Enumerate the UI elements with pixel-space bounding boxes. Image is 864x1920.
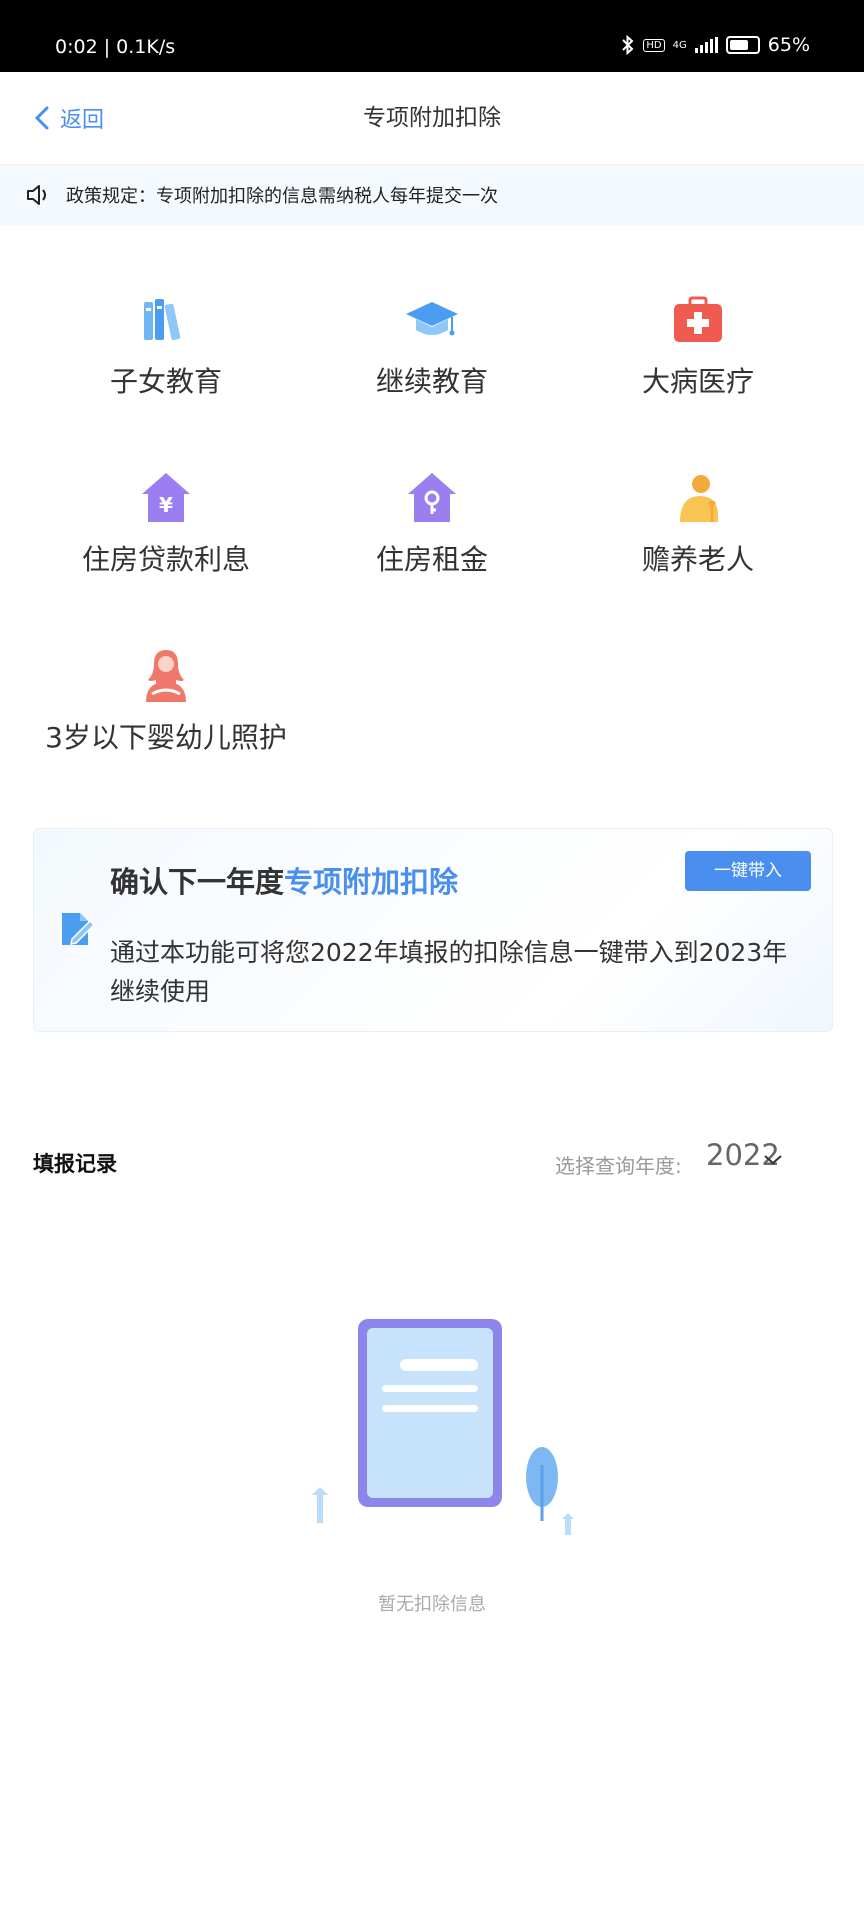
battery-icon (725, 36, 760, 54)
bluetooth-icon (622, 35, 634, 55)
category-label: 3岁以下婴幼儿照护 (45, 721, 287, 754)
card-description: 通过本功能可将您2022年填报的扣除信息一键带入到2023年继续使用 (110, 938, 788, 1006)
category-label: 赡养老人 (641, 543, 754, 576)
status-time: 0:02 | 0.1K/s (55, 36, 176, 58)
category-label: 住房租金 (375, 543, 488, 576)
category-infant-care[interactable]: 3岁以下婴幼儿照护 (31, 646, 301, 756)
year-select-label: 选择查询年度: (555, 1154, 682, 1178)
mother-baby-icon (146, 650, 186, 702)
elderly-person-icon (680, 475, 718, 522)
nav-bar: 专项附加扣除 返回 (0, 72, 864, 165)
medical-kit-icon (674, 296, 722, 342)
category-elderly-support[interactable]: 赡养老人 (563, 468, 833, 578)
network-type: 4G (672, 39, 687, 51)
back-button[interactable]: 返回 (28, 72, 104, 164)
empty-state-text: 暂无扣除信息 (378, 1594, 486, 1615)
one-click-import-button[interactable]: 一键带入 (685, 851, 811, 891)
page-title: 专项附加扣除 (363, 105, 501, 131)
back-label: 返回 (60, 108, 105, 133)
confirm-next-year-card: 确认下一年度专项附加扣除 通过本功能可将您2022年填报的扣除信息一键带入到20… (33, 828, 833, 1032)
chevron-left-icon (34, 106, 49, 130)
books-icon (144, 299, 181, 341)
records-title: 填报记录 (33, 1152, 117, 1176)
house-key-icon (408, 473, 456, 522)
battery-percent: 65% (767, 34, 810, 56)
card-title-plain: 确认下一年度 (110, 865, 285, 899)
category-label: 住房贷款利息 (81, 543, 250, 576)
graduation-cap-icon (406, 302, 458, 336)
status-bar: 0:02 | 0.1K/s HD 4G 65% (0, 0, 864, 72)
category-label: 子女教育 (109, 365, 222, 398)
category-housing-rent[interactable]: 住房租金 (297, 468, 567, 578)
empty-state-illustration (312, 1319, 574, 1535)
category-child-education[interactable]: 子女教育 (31, 290, 301, 400)
hd-icon: HD (643, 38, 665, 52)
card-title-highlight: 专项附加扣除 (284, 865, 459, 899)
speaker-icon (27, 185, 46, 205)
policy-notice: 政策规定：专项附加扣除的信息需纳税人每年提交一次 (0, 165, 864, 225)
edit-document-icon (62, 913, 96, 945)
signal-icon (694, 37, 718, 53)
svg-text:¥: ¥ (159, 493, 173, 517)
status-icons: HD 4G 65% (621, 34, 810, 56)
category-serious-illness[interactable]: 大病医疗 (563, 290, 833, 400)
category-housing-loan-interest[interactable]: ¥ 住房贷款利息 (31, 468, 301, 578)
house-yuan-icon: ¥ (142, 473, 190, 522)
notice-text: 政策规定：专项附加扣除的信息需纳税人每年提交一次 (66, 186, 498, 207)
card-title: 确认下一年度专项附加扣除 (110, 859, 458, 901)
chevron-down-icon[interactable] (762, 1148, 784, 1170)
category-label: 大病医疗 (641, 365, 754, 398)
category-label: 继续教育 (375, 365, 488, 398)
category-continuing-education[interactable]: 继续教育 (297, 290, 567, 400)
